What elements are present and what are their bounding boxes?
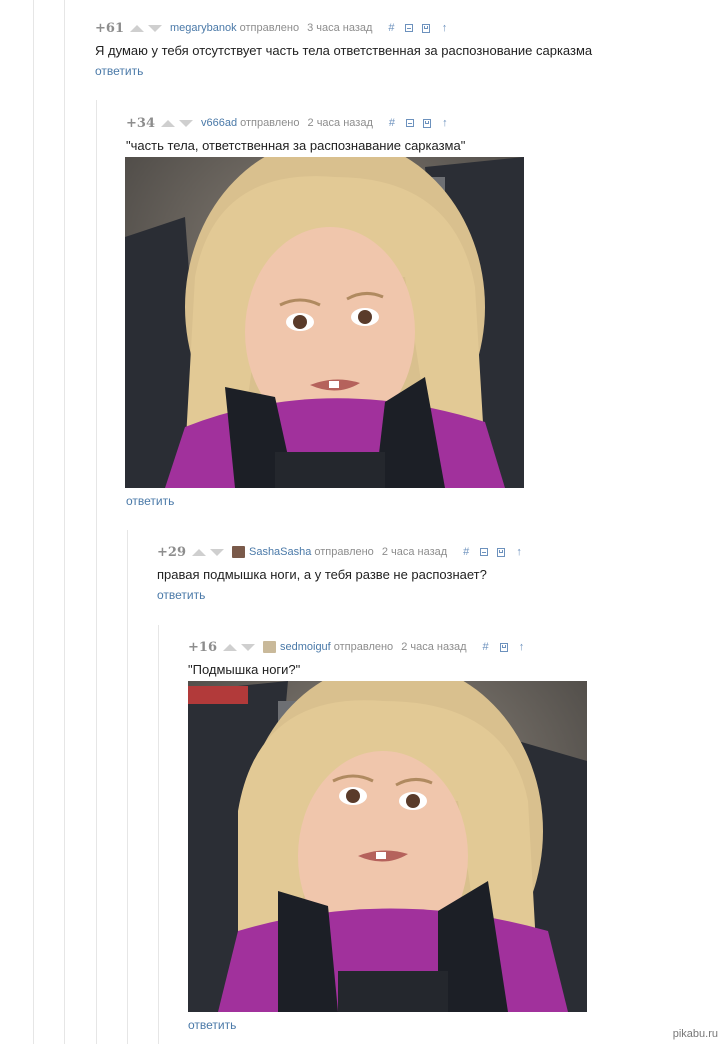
upvote-icon[interactable] (160, 119, 175, 127)
comment-text: Я думаю у тебя отсутствует часть тела от… (95, 43, 593, 58)
thread-line (33, 0, 34, 1044)
collapse-icon[interactable] (480, 548, 489, 556)
comment-text: "Подмышка ноги?" (188, 662, 301, 677)
author-link[interactable]: sedmoiguf (280, 641, 331, 653)
downvote-icon[interactable] (147, 24, 162, 32)
comment-time: 3 часа назад (307, 22, 373, 34)
sent-label: отправлено (314, 546, 374, 558)
upvote-icon[interactable] (222, 643, 237, 651)
comment-image[interactable] (125, 157, 524, 488)
comment-meta: +29 SashaSasha отправлено 2 часа назад #… (157, 543, 697, 561)
sent-label: отправлено (240, 117, 300, 129)
girl-photo (188, 681, 587, 1012)
thread-line (96, 100, 97, 1044)
author-link[interactable]: v666ad (201, 117, 237, 129)
save-icon[interactable] (422, 118, 431, 128)
reply-link[interactable]: ответить (95, 64, 695, 78)
reply-link[interactable]: ответить (188, 1018, 698, 1032)
avatar[interactable] (262, 641, 276, 653)
downvote-icon[interactable] (209, 548, 224, 556)
comment: +29 SashaSasha отправлено 2 часа назад #… (157, 543, 697, 603)
collapse-icon[interactable] (405, 24, 414, 32)
comment-meta: +61 megarybanok отправлено 3 часа назад … (95, 19, 695, 37)
upvote-icon[interactable] (191, 548, 206, 556)
comment-meta: +16 sedmoiguf отправлено 2 часа назад # … (188, 638, 698, 656)
comment: +16 sedmoiguf отправлено 2 часа назад # … (188, 638, 698, 1032)
girl-photo (125, 157, 524, 488)
parent-arrow-icon[interactable]: ↑ (440, 117, 450, 129)
reply-link[interactable]: ответить (126, 494, 686, 508)
comment-score: +34 (126, 115, 155, 131)
comment-time: 2 часа назад (307, 117, 373, 129)
downvote-icon[interactable] (240, 643, 255, 651)
comment-image[interactable] (188, 681, 587, 1012)
permalink-icon[interactable]: # (387, 117, 397, 129)
sent-label: отправлено (239, 22, 300, 34)
comment-meta: +34 v666ad отправлено 2 часа назад # ↑ (126, 114, 686, 132)
parent-arrow-icon[interactable]: ↑ (514, 546, 524, 558)
collapse-icon[interactable] (405, 119, 414, 127)
permalink-icon[interactable]: # (481, 641, 491, 653)
sent-label: отправлено (333, 641, 394, 653)
save-icon[interactable] (422, 23, 431, 33)
parent-arrow-icon[interactable]: ↑ (517, 641, 527, 653)
permalink-icon[interactable]: # (386, 22, 396, 34)
author-link[interactable]: megarybanok (170, 22, 237, 34)
comment-text: правая подмышка ноги, а у тебя разве не … (157, 567, 487, 582)
permalink-icon[interactable]: # (461, 546, 471, 558)
comment-time: 2 часа назад (381, 546, 448, 558)
comment-text: "часть тела, ответственная за распознава… (126, 138, 466, 153)
author-link[interactable]: SashaSasha (249, 546, 311, 558)
downvote-icon[interactable] (178, 119, 193, 127)
comment: +34 v666ad отправлено 2 часа назад # ↑ "… (125, 114, 686, 508)
save-icon[interactable] (499, 642, 508, 652)
comment-score: +16 (188, 639, 217, 655)
watermark: pikabu.ru (672, 1028, 718, 1040)
parent-arrow-icon[interactable]: ↑ (439, 22, 449, 34)
reply-link[interactable]: ответить (157, 588, 697, 602)
comment: +61 megarybanok отправлено 3 часа назад … (95, 19, 695, 79)
comment-time: 2 часа назад (401, 641, 467, 653)
comment-score: +29 (157, 544, 186, 560)
avatar[interactable] (231, 546, 245, 558)
upvote-icon[interactable] (129, 24, 144, 32)
save-icon[interactable] (497, 547, 506, 557)
comment-score: +61 (95, 20, 124, 36)
thread-line (127, 530, 128, 1044)
thread-line (64, 0, 65, 1044)
thread-line (158, 625, 159, 1044)
